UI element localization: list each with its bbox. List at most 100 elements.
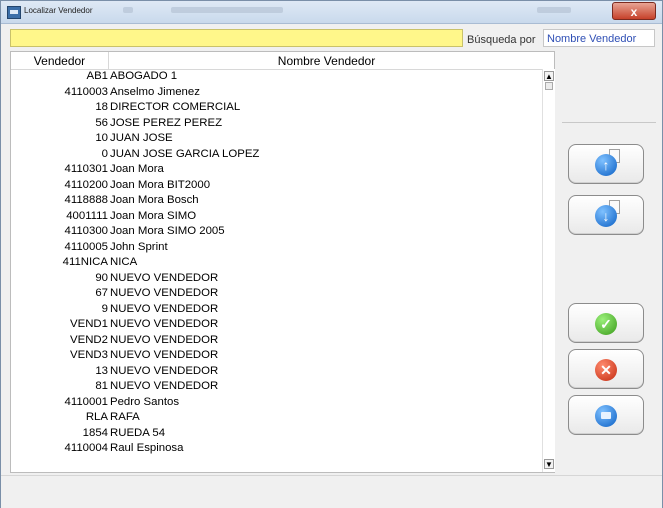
vendor-name: RUEDA 54 — [110, 426, 166, 439]
vendor-code: 4001111 — [66, 209, 108, 222]
list-item[interactable]: 4110003 Anselmo Jimenez — [11, 85, 542, 101]
list-item[interactable]: 0 JUAN JOSE GARCIA LOPEZ — [11, 147, 542, 163]
vendor-list[interactable]: Vendedor Nombre Vendedor AB1 ABOGADO 1 41… — [10, 51, 555, 473]
vendor-name: NUEVO VENDEDOR — [110, 302, 219, 315]
vendor-code: VEND2 — [70, 333, 108, 346]
list-item[interactable]: 411NICA NICA — [11, 255, 542, 271]
up-arrow-icon: ↑ — [595, 154, 617, 176]
app-icon — [7, 6, 21, 19]
vendor-name: John Sprint — [110, 240, 168, 253]
vendor-code: 4110003 — [64, 85, 109, 98]
vendor-code: 4110004 — [64, 442, 109, 454]
list-item[interactable]: 56 JOSE PEREZ PEREZ — [11, 116, 542, 132]
vendor-name: NICA — [110, 256, 138, 268]
scroll-up-arrow-icon[interactable]: ▲ — [544, 71, 554, 81]
list-item[interactable]: 18 DIRECTOR COMERCIAL — [11, 100, 542, 116]
vendor-name: RAFA — [110, 411, 140, 423]
vendor-name: NUEVO VENDEDOR — [110, 318, 219, 330]
vendor-code: 90 — [95, 271, 108, 284]
move-up-button[interactable]: ↑ — [568, 144, 644, 184]
vendor-name: Anselmo Jimenez — [110, 85, 200, 98]
list-item[interactable]: 4110005 John Sprint — [11, 240, 542, 256]
vendor-code: 4110301 — [64, 163, 109, 175]
vendor-name: JUAN JOSE GARCIA LOPEZ — [110, 147, 260, 160]
vendor-code: 0 — [101, 147, 108, 160]
vendor-code: 4110005 — [64, 240, 109, 253]
background-title-ghost — [537, 7, 571, 13]
vendor-name: ABOGADO 1 — [110, 70, 178, 82]
background-title-ghost — [123, 7, 133, 13]
vendor-name: NUEVO VENDEDOR — [110, 333, 219, 346]
column-header-nombre[interactable]: Nombre Vendedor — [109, 54, 544, 68]
vendor-code: 4110001 — [64, 395, 109, 408]
vendor-name: Joan Mora SIMO — [110, 209, 197, 222]
list-item[interactable]: 9 NUEVO VENDEDOR — [11, 302, 542, 318]
list-item[interactable]: 81 NUEVO VENDEDOR — [11, 379, 542, 395]
vendor-code: 9 — [101, 302, 108, 315]
vendor-name: JOSE PEREZ PEREZ — [110, 116, 223, 129]
vendor-name: NUEVO VENDEDOR — [110, 349, 219, 361]
keyboard-icon — [595, 405, 617, 427]
vendor-code: 4110300 — [64, 225, 109, 237]
vendor-name: Pedro Santos — [110, 395, 180, 408]
vendor-code: 1854 — [82, 426, 108, 439]
down-arrow-icon: ↓ — [595, 205, 617, 227]
vendor-code: 81 — [95, 380, 108, 392]
vendor-code: 56 — [95, 116, 108, 129]
vendor-name: NUEVO VENDEDOR — [110, 271, 219, 284]
keyboard-button[interactable] — [568, 395, 644, 435]
list-item[interactable]: 4110004 Raul Espinosa — [11, 441, 542, 457]
list-item[interactable]: 4118888 Joan Mora Bosch — [11, 193, 542, 209]
vendor-name: NUEVO VENDEDOR — [110, 364, 219, 377]
list-item[interactable]: 13 NUEVO VENDEDOR — [11, 364, 542, 380]
list-item[interactable]: 4110300 Joan Mora SIMO 2005 — [11, 224, 542, 240]
list-header: Vendedor Nombre Vendedor — [11, 52, 554, 70]
vendor-code: RLA — [85, 411, 108, 423]
vendor-name: Joan Mora — [110, 163, 164, 175]
list-item[interactable]: VEND2 NUEVO VENDEDOR — [11, 333, 542, 349]
list-item[interactable]: 4110301 Joan Mora — [11, 162, 542, 178]
background-title-ghost — [171, 7, 283, 13]
list-item[interactable]: 1854 RUEDA 54 — [11, 426, 542, 442]
vertical-scrollbar[interactable]: ▲ ▼ — [542, 69, 555, 472]
divider — [562, 122, 656, 123]
check-icon: ✓ — [595, 313, 617, 335]
close-button[interactable]: x — [612, 2, 656, 20]
column-header-vendedor[interactable]: Vendedor — [11, 54, 108, 68]
vendor-code: AB1 — [86, 70, 108, 82]
list-item[interactable]: RLA RAFA — [11, 410, 542, 426]
vendor-name: Joan Mora SIMO 2005 — [110, 225, 225, 237]
list-item[interactable]: 4110200 Joan Mora BIT2000 — [11, 178, 542, 194]
title-bar: Localizar Vendedor x — [1, 1, 662, 24]
search-by-label: Búsqueda por — [467, 34, 536, 46]
vendor-code: 18 — [95, 101, 108, 113]
list-item[interactable]: 4001111 Joan Mora SIMO — [11, 209, 542, 225]
list-item[interactable]: 67 NUEVO VENDEDOR — [11, 286, 542, 302]
vendor-code: 4110200 — [64, 178, 109, 191]
search-input[interactable] — [10, 29, 463, 47]
list-item[interactable]: AB1 ABOGADO 1 — [11, 69, 542, 85]
scroll-down-arrow-icon[interactable]: ▼ — [544, 459, 554, 469]
list-item[interactable]: 10 JUAN JOSE — [11, 131, 542, 147]
window-title: Localizar Vendedor — [24, 6, 93, 15]
vendor-code: 10 — [95, 132, 108, 144]
vendor-code: 411NICA — [62, 256, 108, 268]
status-bar — [1, 475, 662, 508]
move-down-button[interactable]: ↓ — [568, 195, 644, 235]
vendor-code: VEND1 — [70, 318, 108, 330]
vendor-name: DIRECTOR COMERCIAL — [110, 101, 241, 113]
list-item[interactable]: 4110001 Pedro Santos — [11, 395, 542, 411]
search-field-selector[interactable]: Nombre Vendedor — [543, 29, 655, 47]
x-icon: ✕ — [595, 359, 617, 381]
vendor-name: NUEVO VENDEDOR — [110, 380, 219, 392]
scroll-thumb[interactable] — [545, 82, 553, 90]
list-item[interactable]: VEND1 NUEVO VENDEDOR — [11, 317, 542, 333]
cancel-button[interactable]: ✕ — [568, 349, 644, 389]
vendor-name: Joan Mora Bosch — [110, 194, 199, 206]
list-item[interactable]: VEND3 NUEVO VENDEDOR — [11, 348, 542, 364]
list-item[interactable]: 90 NUEVO VENDEDOR — [11, 271, 542, 287]
vendor-code: 67 — [95, 287, 108, 299]
accept-button[interactable]: ✓ — [568, 303, 644, 343]
list-rows: AB1 ABOGADO 1 4110003 Anselmo Jimenez 18 DI… — [11, 69, 542, 457]
vendor-name: Raul Espinosa — [110, 442, 184, 454]
